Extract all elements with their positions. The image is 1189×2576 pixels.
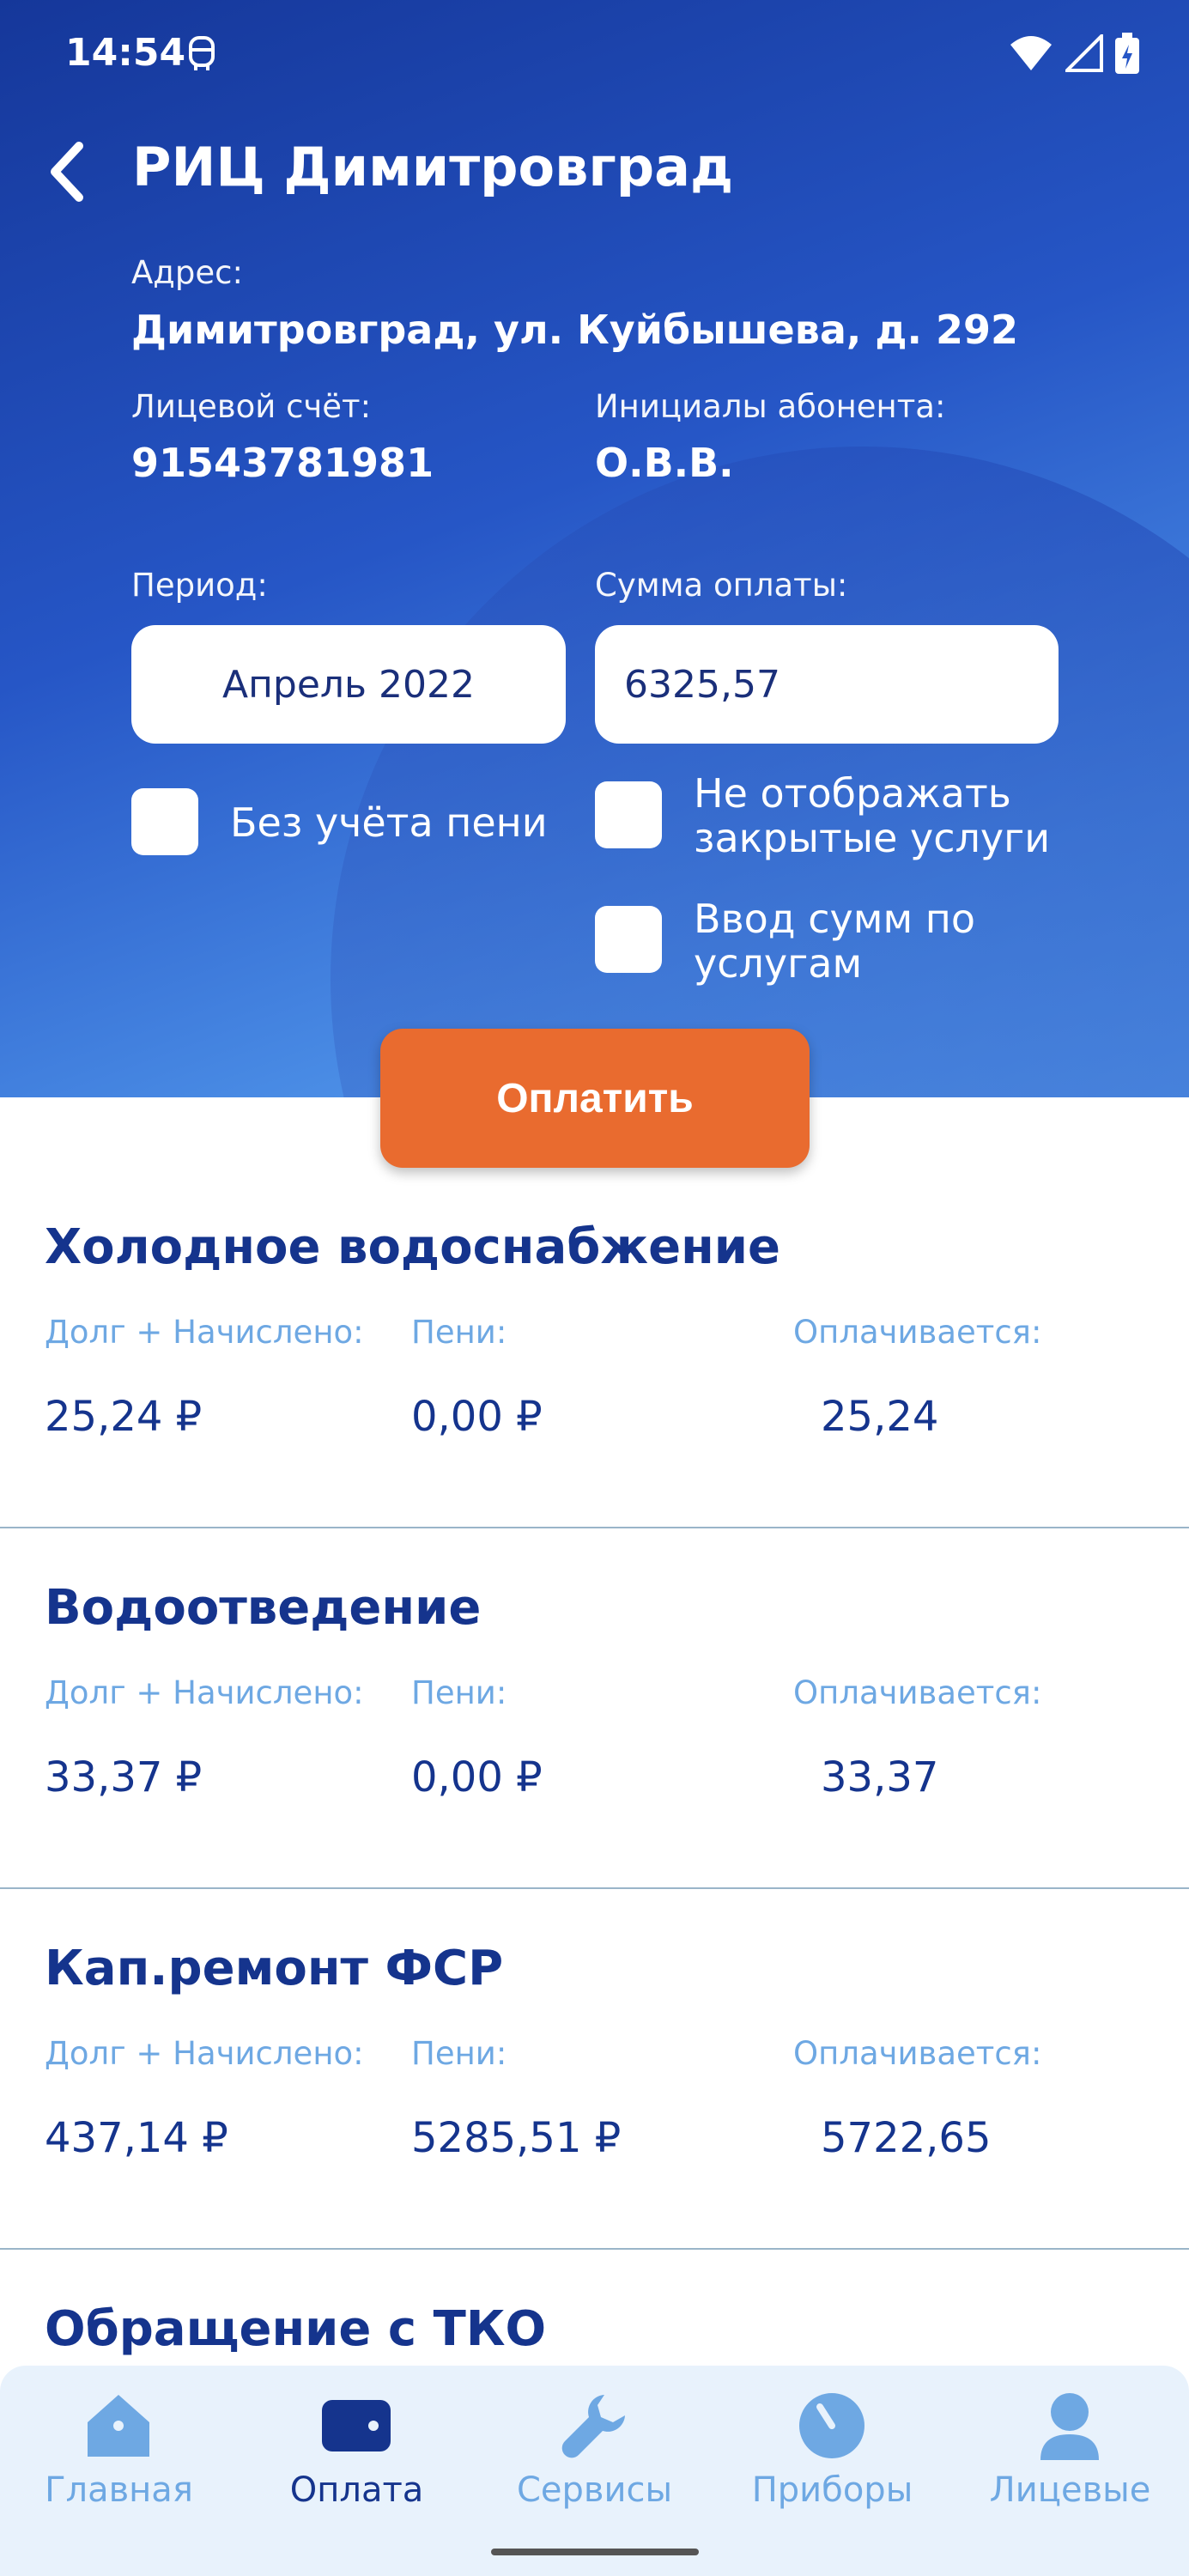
wifi-icon	[1010, 36, 1052, 70]
status-bar: 14:54	[0, 0, 1189, 107]
debt-value: 33,37 ₽	[45, 1753, 203, 1801]
service-name: Обращение с ТКО	[45, 2301, 547, 2357]
home-icon	[88, 2395, 149, 2457]
nav-services-label: Сервисы	[516, 2470, 673, 2510]
sum-label: Сумма оплаты:	[595, 567, 848, 604]
debt-header: Долг + Начислено:	[45, 1674, 364, 1711]
penalty-header: Пени:	[411, 1314, 507, 1351]
nav-home[interactable]: Главная	[0, 2366, 238, 2537]
nav-home-label: Главная	[45, 2470, 193, 2510]
pay-button[interactable]: Оплатить	[380, 1029, 810, 1168]
debt-header: Долг + Начислено:	[45, 1314, 364, 1351]
service-name: Холодное водоснабжение	[45, 1219, 781, 1275]
initials-value: О.В.В.	[595, 440, 734, 486]
bottom-navigation: Главная Оплата Сервисы Приборы Лицевые	[0, 2366, 1189, 2576]
paying-header: Оплачивается:	[793, 2035, 1042, 2072]
address-label: Адрес:	[131, 254, 243, 291]
sum-input[interactable]: 6325,57	[595, 625, 1059, 744]
hide-closed-label-line1: Не отображать	[694, 770, 1011, 817]
nav-payment-label: Оплата	[289, 2470, 424, 2510]
status-icons	[1009, 33, 1139, 74]
period-label: Период:	[131, 567, 268, 604]
hide-closed-checkbox[interactable]	[595, 781, 662, 848]
by-service-label-line2: услугам	[694, 940, 863, 987]
home-indicator[interactable]	[491, 2549, 699, 2555]
nav-payment[interactable]: Оплата	[238, 2366, 476, 2537]
paying-value[interactable]: 5722,65	[821, 2114, 992, 2162]
initials-label: Инициалы абонента:	[595, 388, 946, 425]
no-penalty-checkbox[interactable]	[131, 788, 198, 855]
divider	[0, 1527, 1189, 1528]
battery-icon	[1115, 33, 1139, 74]
by-service-label-line1: Ввод сумм по	[694, 896, 975, 942]
service-name: Кап.ремонт ФСР	[45, 1941, 504, 1996]
nav-accounts-label: Лицевые	[989, 2470, 1151, 2510]
penalty-header: Пени:	[411, 2035, 507, 2072]
debt-header: Долг + Начислено:	[45, 2035, 364, 2072]
by-service-checkbox[interactable]	[595, 906, 662, 973]
signal-icon	[1065, 34, 1103, 72]
nav-meters[interactable]: Приборы	[713, 2366, 951, 2537]
page-title: РИЦ Димитровград	[132, 136, 734, 198]
hide-closed-label-line2: закрытые услуги	[694, 815, 1051, 861]
paying-value[interactable]: 33,37	[821, 1753, 938, 1801]
nav-services[interactable]: Сервисы	[476, 2366, 713, 2537]
notification-icon	[189, 36, 215, 70]
paying-value[interactable]: 25,24	[821, 1393, 938, 1441]
paying-header: Оплачивается:	[793, 1674, 1042, 1711]
no-penalty-label: Без учёта пени	[230, 799, 548, 846]
nav-accounts[interactable]: Лицевые	[951, 2366, 1189, 2537]
penalty-header: Пени:	[411, 1674, 507, 1711]
debt-value: 25,24 ₽	[45, 1393, 203, 1441]
status-time: 14:54	[65, 31, 186, 75]
service-name: Водоотведение	[45, 1580, 482, 1636]
divider	[0, 1887, 1189, 1889]
nav-meters-label: Приборы	[751, 2470, 913, 2510]
penalty-value: 0,00 ₽	[411, 1393, 543, 1441]
penalty-value: 0,00 ₽	[411, 1753, 543, 1801]
account-label: Лицевой счёт:	[131, 388, 372, 425]
debt-value: 437,14 ₽	[45, 2114, 228, 2162]
period-selector[interactable]: Апрель 2022	[131, 625, 566, 744]
person-icon	[1040, 2393, 1099, 2460]
penalty-value: 5285,51 ₽	[411, 2114, 622, 2162]
divider	[0, 2248, 1189, 2250]
back-arrow-icon[interactable]	[45, 137, 93, 206]
address-value: Димитровград, ул. Куйбышева, д. 292	[131, 307, 1019, 353]
wrench-icon	[561, 2395, 625, 2458]
account-value: 91543781981	[131, 440, 434, 486]
meter-icon	[799, 2393, 864, 2458]
paying-header: Оплачивается:	[793, 1314, 1042, 1351]
wallet-icon	[322, 2400, 391, 2451]
